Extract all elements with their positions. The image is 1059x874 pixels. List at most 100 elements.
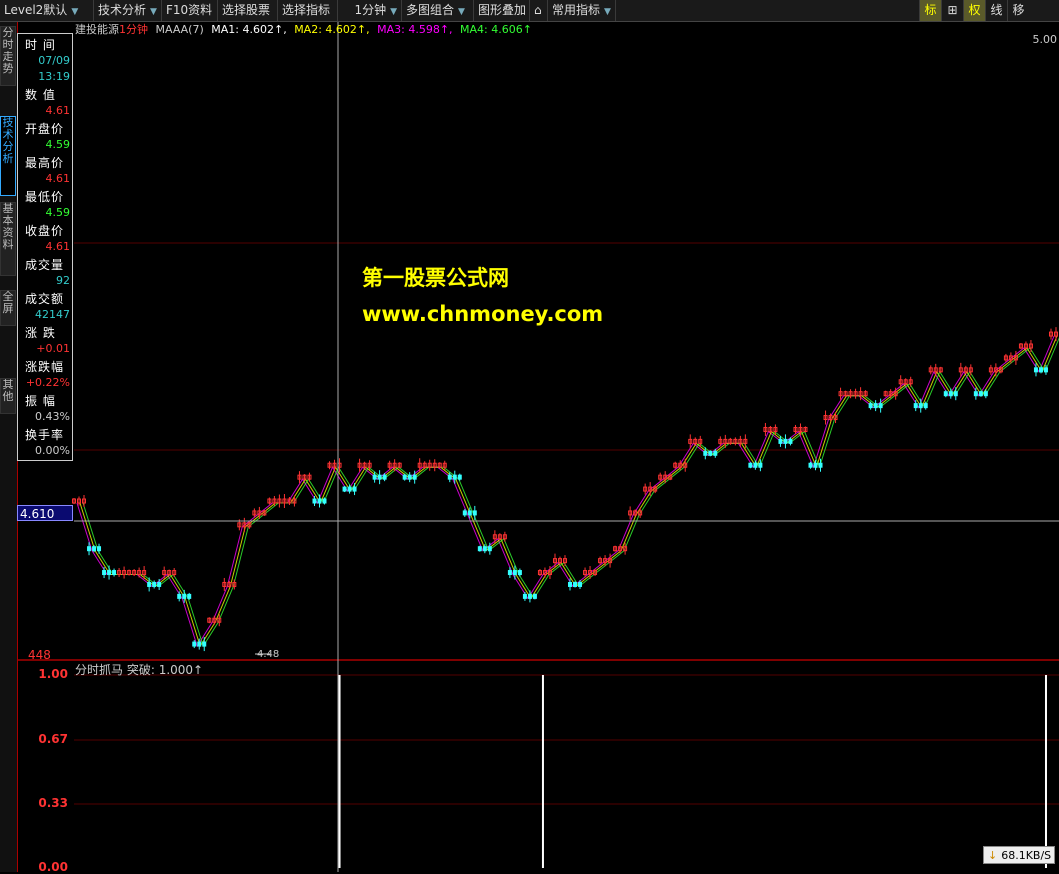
stock-name: 建投能源 (75, 23, 119, 36)
candle-body (197, 641, 202, 647)
candle-body (407, 474, 412, 480)
candle-body (522, 593, 527, 599)
candle-body (778, 438, 783, 444)
candle-body (783, 438, 788, 444)
candle-body (753, 462, 758, 468)
candle-body (813, 462, 818, 468)
candle-body (1033, 367, 1038, 373)
network-speed-value: 68.1KB/S (1001, 849, 1052, 862)
ma3-value: MA3: 4.598↑, (377, 23, 453, 36)
candle-body (983, 391, 988, 397)
candle-body (477, 546, 482, 552)
download-arrow-icon: ↓ (988, 849, 998, 862)
amplitude-value: 0.43% (35, 410, 70, 423)
candle-body (107, 570, 112, 576)
candle-body (112, 570, 117, 576)
candle-body (372, 474, 377, 480)
turnover-label: 换手率 (25, 428, 65, 442)
candle-body (973, 391, 978, 397)
candle-body (312, 498, 317, 504)
candle-body (152, 581, 157, 587)
candle-body (472, 510, 477, 516)
candle-body (482, 546, 487, 552)
candle-body (913, 403, 918, 409)
candle-body (322, 498, 327, 504)
candle-body (517, 570, 522, 576)
candle-body (467, 510, 472, 516)
candle-body (818, 462, 823, 468)
candle-body (462, 510, 467, 516)
candle-body (102, 570, 107, 576)
candle-body (943, 391, 948, 397)
sub-chart-indicator: 突破: 1.000↑ (126, 663, 204, 677)
info-panel: 时 间 07/09 13:19 数 值 4.61 开盘价 4.59 最高价 4.… (17, 33, 73, 461)
change-label: 涨 跌 (25, 326, 56, 340)
value-value: 4.61 (45, 104, 71, 117)
amount-value: 42147 (35, 308, 70, 321)
candle-body (177, 593, 182, 599)
open-value: 4.59 (45, 138, 71, 151)
candle-body (573, 581, 578, 587)
sub-chart-header: 分时抓马 突破: 1.000↑ (75, 661, 203, 678)
period-label: 1分钟 (119, 23, 148, 36)
candle-body (923, 403, 928, 409)
time-label: 时 间 (25, 38, 56, 52)
candle-body (808, 462, 813, 468)
price-chart[interactable] (0, 0, 1059, 872)
candle-body (878, 403, 883, 409)
candle-body (182, 593, 187, 599)
high-label: 最高价 (25, 156, 65, 170)
candle-body (873, 403, 878, 409)
candle-body (402, 474, 407, 480)
low-label: 最低价 (25, 190, 65, 204)
sub-y-tick: 0.33 (38, 796, 68, 810)
low-value: 4.59 (45, 206, 71, 219)
candle-body (157, 581, 162, 587)
candle-body (452, 474, 457, 480)
candle-body (507, 570, 512, 576)
candle-body (487, 546, 492, 552)
candle-body (457, 474, 462, 480)
ma4-value: MA4: 4.606↑ (460, 23, 532, 36)
candle-body (578, 581, 583, 587)
candle-body (187, 593, 192, 599)
candle-body (352, 486, 357, 492)
sub-y-tick: 0.67 (38, 732, 68, 746)
candle-body (347, 486, 352, 492)
candle-body (87, 546, 92, 552)
candle-body (1043, 367, 1048, 373)
price-axis-top: 5.00 (1032, 33, 1058, 46)
amount-label: 成交额 (25, 292, 65, 306)
value-label: 数 值 (25, 88, 56, 102)
watermark-url: www.chnmoney.com (362, 302, 604, 326)
candle-body (447, 474, 452, 480)
candle-body (868, 403, 873, 409)
candle-body (953, 391, 958, 397)
volume-value: 92 (56, 274, 70, 287)
candle-body (978, 391, 983, 397)
candle-body (97, 546, 102, 552)
close-value: 4.61 (45, 240, 71, 253)
candle-body (527, 593, 532, 599)
date-value: 07/09 (38, 54, 70, 67)
candle-body (342, 486, 347, 492)
candle-body (377, 474, 382, 480)
candle-body (713, 450, 718, 456)
candle-body (512, 570, 517, 576)
time-value: 13:19 (38, 70, 70, 83)
candle-body (708, 450, 713, 456)
close-label: 收盘价 (25, 224, 65, 238)
current-price-label: 4.610 (17, 505, 73, 521)
candle-body (1038, 367, 1043, 373)
candle-body (788, 438, 793, 444)
turnover-value: 0.00% (35, 444, 70, 457)
candle-body (918, 403, 923, 409)
change-pct-label: 涨跌幅 (25, 360, 65, 374)
candle-body (317, 498, 322, 504)
high-value: 4.61 (45, 172, 71, 185)
price-axis-low: 448 (28, 648, 51, 662)
candle-body (412, 474, 417, 480)
candle-body (532, 593, 537, 599)
network-speed: ↓ 68.1KB/S (983, 846, 1055, 864)
sub-chart-title: 分时抓马 (75, 663, 124, 677)
